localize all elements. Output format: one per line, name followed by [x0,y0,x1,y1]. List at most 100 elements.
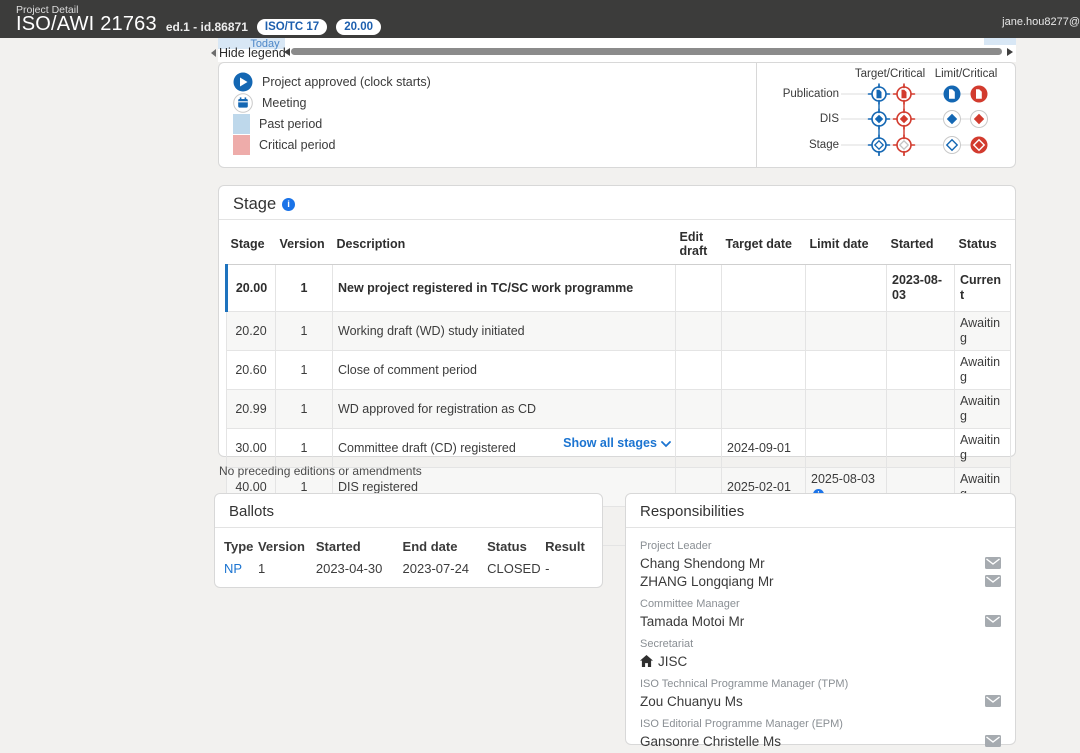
scrollbar-left-arrow-icon[interactable] [284,48,290,56]
col-header-description: Description [333,226,676,265]
email-button[interactable] [985,735,1001,747]
responsibility-group: Committee Manager Tamada Motoi Mr [640,590,1001,630]
limit-date-cell [806,312,887,351]
limit-stage-blue-icon [944,137,961,154]
legend-item-label: Project approved (clock starts) [262,75,431,89]
role-label: Committee Manager [640,598,1001,610]
role-label: ISO Editorial Programme Manager (EPM) [640,718,1001,730]
stage-info-icon[interactable] [282,198,295,211]
target-stage-red-icon [894,135,915,155]
divider [215,527,602,528]
limit-dis-blue-icon [944,111,961,128]
edit-draft-cell [676,351,722,390]
limit-date-cell [806,390,887,429]
stage-table-header-row: Stage Version Description Edit draft Tar… [227,226,1011,265]
responsibilities-list: Project LeaderChang Shendong MrZHANG Lon… [626,532,1015,750]
responsibility-group: ISO Technical Programme Manager (TPM) Zou… [640,670,1001,710]
email-button[interactable] [985,557,1001,569]
person-row: Tamada Motoi Mr [640,612,1001,630]
responsibilities-section: Responsibilities Project Leader Chang She… [625,493,1016,745]
email-icon [985,615,1001,627]
ballot-row: NP 1 2023-04-30 2023-07-24 CLOSED - [224,561,602,576]
person-name: JISC [640,654,687,669]
top-header-bar: Project Detail ISO/AWI 21763 ed.1 - id.8… [0,0,1080,38]
show-all-stages-label: Show all stages [563,436,657,450]
ballot-version: 1 [258,561,316,576]
critical-period-swatch [233,135,250,155]
role-label: Project Leader [640,540,1001,552]
limit-stage-red-icon [971,137,988,154]
responsibilities-title: Responsibilities [640,503,744,520]
ballot-started: 2023-04-30 [316,561,403,576]
description-cell: Working draft (WD) study initiated [333,312,676,351]
description-cell: Close of comment period [333,351,676,390]
edit-draft-cell [676,390,722,429]
divider [219,219,1015,220]
responsibility-group: ISO Editorial Programme Manager (EPM) Gan… [640,710,1001,750]
email-icon [985,735,1001,747]
stage-code-cell: 20.20 [227,312,276,351]
person-row: Zou Chuanyu Ms [640,692,1001,710]
legend-panel: Project approved (clock starts) Meeting … [218,62,1016,168]
hide-legend-button[interactable]: Hide legend [211,46,286,60]
hide-legend-label: Hide legend [219,46,286,60]
target-date-cell [722,312,806,351]
divider [626,527,1015,528]
email-button[interactable] [985,615,1001,627]
play-circle-icon [233,72,253,92]
person-name: Gansonre Christelle Ms [640,734,781,749]
col-header-version: Version [276,226,333,265]
show-all-stages-link[interactable]: Show all stages [219,436,1015,450]
edit-draft-cell [676,265,722,312]
role-label: Secretariat [640,638,1001,650]
person-row: Chang Shendong Mr [640,554,1001,572]
collapse-left-icon [211,49,216,57]
email-icon [985,557,1001,569]
edition-id-label: ed.1 - id.86871 [166,20,248,34]
started-cell: 2023-08-03 [887,265,955,312]
meeting-calendar-icon [233,93,253,113]
stage-section: Stage Stage Version Description Edit dra… [218,185,1016,457]
committee-badge[interactable]: ISO/TC 17 [257,19,327,35]
responsibility-group: Secretariat JISC [640,630,1001,670]
description-cell: New project registered in TC/SC work pro… [333,265,676,312]
stage-row: 20.601Close of comment periodAwaiting [227,351,1011,390]
col-header-stage: Stage [227,226,276,265]
role-label: ISO Technical Programme Manager (TPM) [640,678,1001,690]
stage-row: 20.991WD approved for registration as CD… [227,390,1011,429]
edit-draft-cell [676,312,722,351]
version-cell: 1 [276,351,333,390]
user-email[interactable]: jane.hou8277@ [1002,16,1080,28]
stage-badge[interactable]: 20.00 [336,19,381,35]
col-header-result: Result [545,539,602,561]
legend-item-label: Past period [259,117,322,131]
scrollbar-right-arrow-icon[interactable] [1007,48,1013,56]
past-period-swatch [233,114,250,134]
limit-date-cell [806,265,887,312]
ballots-section: Ballots Type Version Started End date St… [214,493,603,588]
status-cell: Awaiting [955,312,1011,351]
col-header-type: Type [224,539,258,561]
email-button[interactable] [985,575,1001,587]
stage-section-title: Stage [233,195,276,214]
legend-row-label-stage: Stage [719,139,839,151]
target-date-cell [722,265,806,312]
project-title-row: ISO/AWI 21763 ed.1 - id.86871 ISO/TC 17 … [16,13,381,36]
limit-publication-red-icon [971,86,988,103]
ballot-end-date: 2023-07-24 [403,561,488,576]
stage-code-cell: 20.99 [227,390,276,429]
chevron-down-icon [661,441,671,448]
legend-matrix-icons [839,83,1009,163]
ballots-table: Type Version Started End date Status Res… [224,539,602,576]
col-header-edit-draft: Edit draft [676,226,722,265]
page-title: ISO/AWI 21763 [16,13,157,36]
started-cell [887,351,955,390]
legend-item-critical-period: Critical period [233,134,431,155]
email-button[interactable] [985,695,1001,707]
version-cell: 1 [276,312,333,351]
person-row: Gansonre Christelle Ms [640,732,1001,750]
ballot-type-link[interactable]: NP [224,561,242,576]
legend-row-label-dis: DIS [719,113,839,125]
responsibility-group: Project LeaderChang Shendong MrZHANG Lon… [640,532,1001,590]
horizontal-scrollbar[interactable] [291,48,1002,55]
